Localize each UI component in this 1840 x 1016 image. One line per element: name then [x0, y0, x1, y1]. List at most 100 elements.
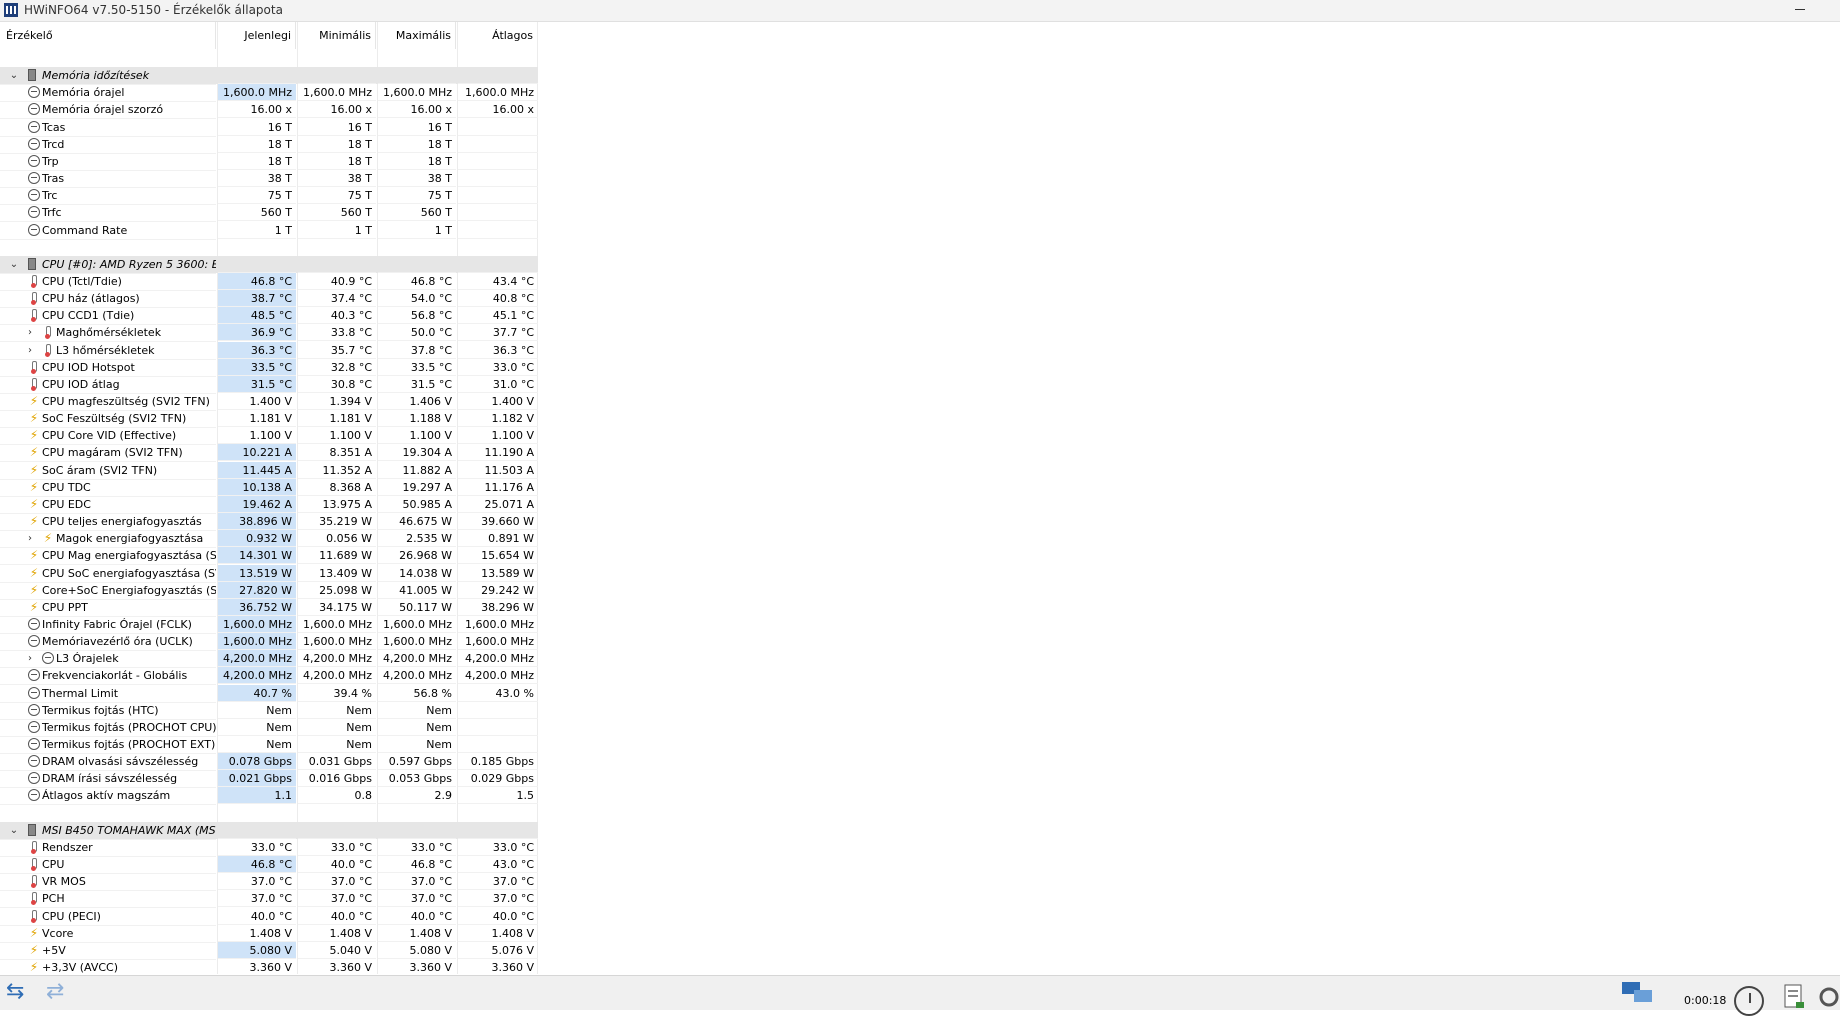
- sensor-row[interactable]: ⚡ +3,3V (AVCC) 3.360 V 3.360 V 3.360 V 3.360 …: [0, 959, 538, 974]
- settings-icon[interactable]: [1818, 984, 1840, 1010]
- sensor-row[interactable]: ⚡ SoC Feszültség (SVI2 TFN) 1.181 V 1.181 V…: [0, 410, 538, 429]
- sensor-row[interactable]: Frekvenciakorlát - Globális 4,200.0 MHz 4,…: [0, 667, 538, 686]
- sensor-row[interactable]: ⚡ CPU magfeszültség (SVI2 TFN) 1.400 V 1.39…: [0, 393, 538, 411]
- sensor-row[interactable]: › ⚡ Magok energiafogyasztása 0.932 W 0.056 W…: [0, 530, 538, 549]
- sensor-row[interactable]: CPU CCD1 (Tdie) 48.5 °C 40.3 °C 56.8 °C 45.1…: [0, 307, 538, 326]
- sensor-row[interactable]: ⚡ CPU SoC energiafogyasztása (SV... 13.519…: [0, 564, 538, 583]
- sensor-table[interactable]: Érzékelő Jelenlegi Minimális Maximális Á…: [0, 22, 538, 974]
- sensor-row[interactable]: Rendszer 33.0 °C 33.0 °C 33.0 °C 33.0 °C: [0, 839, 538, 857]
- expand-chevron-icon[interactable]: ›: [25, 324, 35, 341]
- sensor-row[interactable]: Termikus fojtás (PROCHOT EXT) Nem Nem Nem: [0, 736, 538, 754]
- sensor-row[interactable]: Trc 75 T 75 T 75 T: [0, 187, 538, 206]
- sensor-row[interactable]: CPU IOD átlag 31.5 °C 30.8 °C 31.5 °C 31.0 °…: [0, 375, 538, 394]
- minimum-value: 1 T: [298, 222, 376, 239]
- sensor-row[interactable]: ⚡ CPU PPT 36.752 W 34.175 W 50.117 W 38.296 W: [0, 598, 538, 617]
- collapse-chevron-icon[interactable]: ⌄: [9, 256, 19, 273]
- column-header-average[interactable]: Átlagos: [458, 22, 538, 49]
- sensor-row[interactable]: Memóriavezérlő óra (UCLK) 1,600.0 MHz 1,60…: [0, 633, 538, 652]
- sensor-row[interactable]: › L3 Órajelek 4,200.0 MHz 4,200.0 MHz 4,200.…: [0, 650, 538, 669]
- voltage-icon: ⚡: [29, 445, 39, 460]
- average-value: 38.296 W: [458, 599, 538, 616]
- sensor-row[interactable]: CPU (Tctl/Tdie) 46.8 °C 40.9 °C 46.8 °C 43.4…: [0, 272, 538, 291]
- maximum-value: 33.5 °C: [378, 359, 456, 376]
- sensor-label: +3,3V (AVCC): [42, 960, 119, 974]
- column-header-current[interactable]: Jelenlegi: [218, 22, 296, 49]
- column-header-maximum[interactable]: Maximális: [378, 22, 456, 49]
- sensor-row[interactable]: CPU ház (átlagos) 38.7 °C 37.4 °C 54.0 °C 40…: [0, 290, 538, 309]
- expand-chevron-icon[interactable]: ›: [25, 650, 35, 667]
- minimum-value: 8.351 A: [298, 444, 376, 462]
- sensor-row[interactable]: Átlagos aktív magszám 1.1 0.8 2.9 1.5: [0, 787, 538, 806]
- current-value: 1.181 V: [218, 410, 296, 428]
- sensor-row[interactable]: DRAM írási sávszélesség 0.021 Gbps 0.016 G…: [0, 770, 538, 789]
- sensor-label: L3 hőmérsékletek: [56, 343, 155, 357]
- maximum-value: 41.005 W: [378, 582, 456, 599]
- voltage-icon: ⚡: [29, 462, 39, 477]
- sensor-row[interactable]: Termikus fojtás (PROCHOT CPU) Nem Nem Nem: [0, 719, 538, 737]
- sensor-row[interactable]: Command Rate 1 T1 T1 T: [0, 222, 538, 240]
- sensor-row[interactable]: ⚡ SoC áram (SVI2 TFN) 11.445 A 11.352 A 11.8…: [0, 461, 538, 480]
- sensor-row[interactable]: VR MOS 37.0 °C 37.0 °C 37.0 °C 37.0 °C: [0, 873, 538, 892]
- average-value: [458, 170, 538, 188]
- sensor-row[interactable]: ⚡ CPU teljes energiafogyasztás 38.896 W 35.…: [0, 513, 538, 532]
- collapse-chevron-icon[interactable]: ⌄: [9, 67, 19, 84]
- sensor-row[interactable]: CPU IOD Hotspot 33.5 °C 32.8 °C 33.5 °C 33.0…: [0, 358, 538, 377]
- sensor-row[interactable]: ⚡ CPU magáram (SVI2 TFN) 10.221 A 8.351 A 19…: [0, 444, 538, 463]
- sensor-row[interactable]: Infinity Fabric Órajel (FCLK) 1,600.0 MHz…: [0, 615, 538, 634]
- sensor-row[interactable]: ⚡ CPU TDC 10.138 A 8.368 A 19.297 A 11.176 A: [0, 478, 538, 497]
- voltage-icon: ⚡: [29, 496, 39, 511]
- sensor-row[interactable]: Tcas 16 T 16 T 16 T: [0, 119, 538, 137]
- sensor-row[interactable]: ⚡ Vcore 1.408 V 1.408 V 1.408 V 1.408 V: [0, 925, 538, 943]
- average-value: 11.176 A: [458, 479, 538, 496]
- sensor-name-cell: CPU IOD Hotspot: [0, 359, 216, 377]
- column-header-minimum[interactable]: Minimális: [298, 22, 376, 49]
- sensor-label: Vcore: [42, 926, 74, 940]
- sensor-row[interactable]: ⚡ CPU Mag energiafogyasztása (SV... 14.301…: [0, 547, 538, 566]
- report-icon[interactable]: [1782, 984, 1806, 1010]
- maximum-value: 2.9: [378, 787, 456, 805]
- average-value: 39.660 W: [458, 513, 538, 531]
- sensor-row[interactable]: › L3 hőmérsékletek 36.3 °C 35.7 °C 37.8 °C 36…: [0, 341, 538, 360]
- sensor-name-cell: Trp: [0, 153, 216, 171]
- sensor-row[interactable]: CPU (PECI) 40.0 °C 40.0 °C 40.0 °C 40.0 °C: [0, 908, 538, 926]
- minimum-value: Nem: [298, 736, 376, 753]
- sensor-row[interactable]: › Maghőmérsékletek 36.9 °C 33.8 °C 50.0 °C 37…: [0, 324, 538, 343]
- average-value: 1.408 V: [458, 925, 538, 942]
- sensor-row[interactable]: ⚡ +5V 5.080 V 5.040 V 5.080 V 5.076 V: [0, 941, 538, 960]
- sensor-group-row[interactable]: ⌄ CPU [#0]: AMD Ryzen 5 3600: E...: [0, 255, 538, 274]
- minimum-value: 0.056 W: [298, 530, 376, 548]
- sensor-row[interactable]: Tras 38 T 38 T 38 T: [0, 170, 538, 189]
- sensor-group-row[interactable]: ⌄ Memória időzítések: [0, 67, 538, 86]
- minimum-value: 40.0 °C: [298, 908, 376, 925]
- clock-icon: [42, 652, 54, 665]
- sensor-row[interactable]: Thermal Limit 40.7 % 39.4 % 56.8 % 43.0 %: [0, 684, 538, 703]
- expand-chevron-icon[interactable]: ›: [25, 342, 35, 359]
- sensor-row[interactable]: PCH 37.0 °C 37.0 °C 37.0 °C 37.0 °C: [0, 890, 538, 909]
- clock-icon[interactable]: [1734, 986, 1764, 1016]
- sensor-row[interactable]: Trp 18 T 18 T 18 T: [0, 153, 538, 171]
- expand-chevron-icon[interactable]: ›: [25, 530, 35, 547]
- sensor-row[interactable]: ⚡ Core+SoC Energiafogyasztás (SV... 27.820…: [0, 581, 538, 600]
- sensor-label: Trp: [42, 154, 59, 168]
- maximum-value: 50.985 A: [378, 496, 456, 513]
- minimize-button[interactable]: [1786, 0, 1814, 20]
- sensor-name-cell: Memóriavezérlő óra (UCLK): [0, 633, 216, 652]
- nav-next-icon[interactable]: ⇄: [46, 981, 64, 1005]
- sensor-row[interactable]: ⚡ CPU EDC 19.462 A 13.975 A 50.985 A 25.071 A: [0, 495, 538, 514]
- maximum-value: 37.0 °C: [378, 890, 456, 908]
- column-header-sensor[interactable]: Érzékelő: [0, 22, 216, 49]
- sensor-row[interactable]: Termikus fojtás (HTC) Nem Nem Nem: [0, 702, 538, 720]
- network-icon[interactable]: [1620, 980, 1654, 1006]
- sensor-row[interactable]: ⚡ CPU Core VID (Effective) 1.100 V 1.100 V1…: [0, 427, 538, 446]
- sensor-row[interactable]: Memória órajel 1,600.0 MHz 1,600.0 MHz 1,60…: [0, 84, 538, 103]
- sensor-row[interactable]: Trfc 560 T 560 T 560 T: [0, 204, 538, 223]
- sensor-group-row[interactable]: ⌄ MSI B450 TOMAHAWK MAX (MS-...: [0, 821, 538, 840]
- sensor-row[interactable]: CPU 46.8 °C 40.0 °C 46.8 °C 43.0 °C: [0, 856, 538, 875]
- sensor-row[interactable]: Trcd 18 T 18 T 18 T: [0, 136, 538, 154]
- memory-icon: [28, 69, 36, 82]
- collapse-chevron-icon[interactable]: ⌄: [9, 822, 19, 839]
- nav-previous-icon[interactable]: ⇆: [6, 981, 24, 1005]
- sensor-row[interactable]: DRAM olvasási sávszélesség 0.078 Gbps 0.03…: [0, 753, 538, 772]
- sensor-row[interactable]: Memória órajel szorzó 16.00 x 16.00 x 16.00…: [0, 101, 538, 120]
- maximum-value: Nem: [378, 736, 456, 753]
